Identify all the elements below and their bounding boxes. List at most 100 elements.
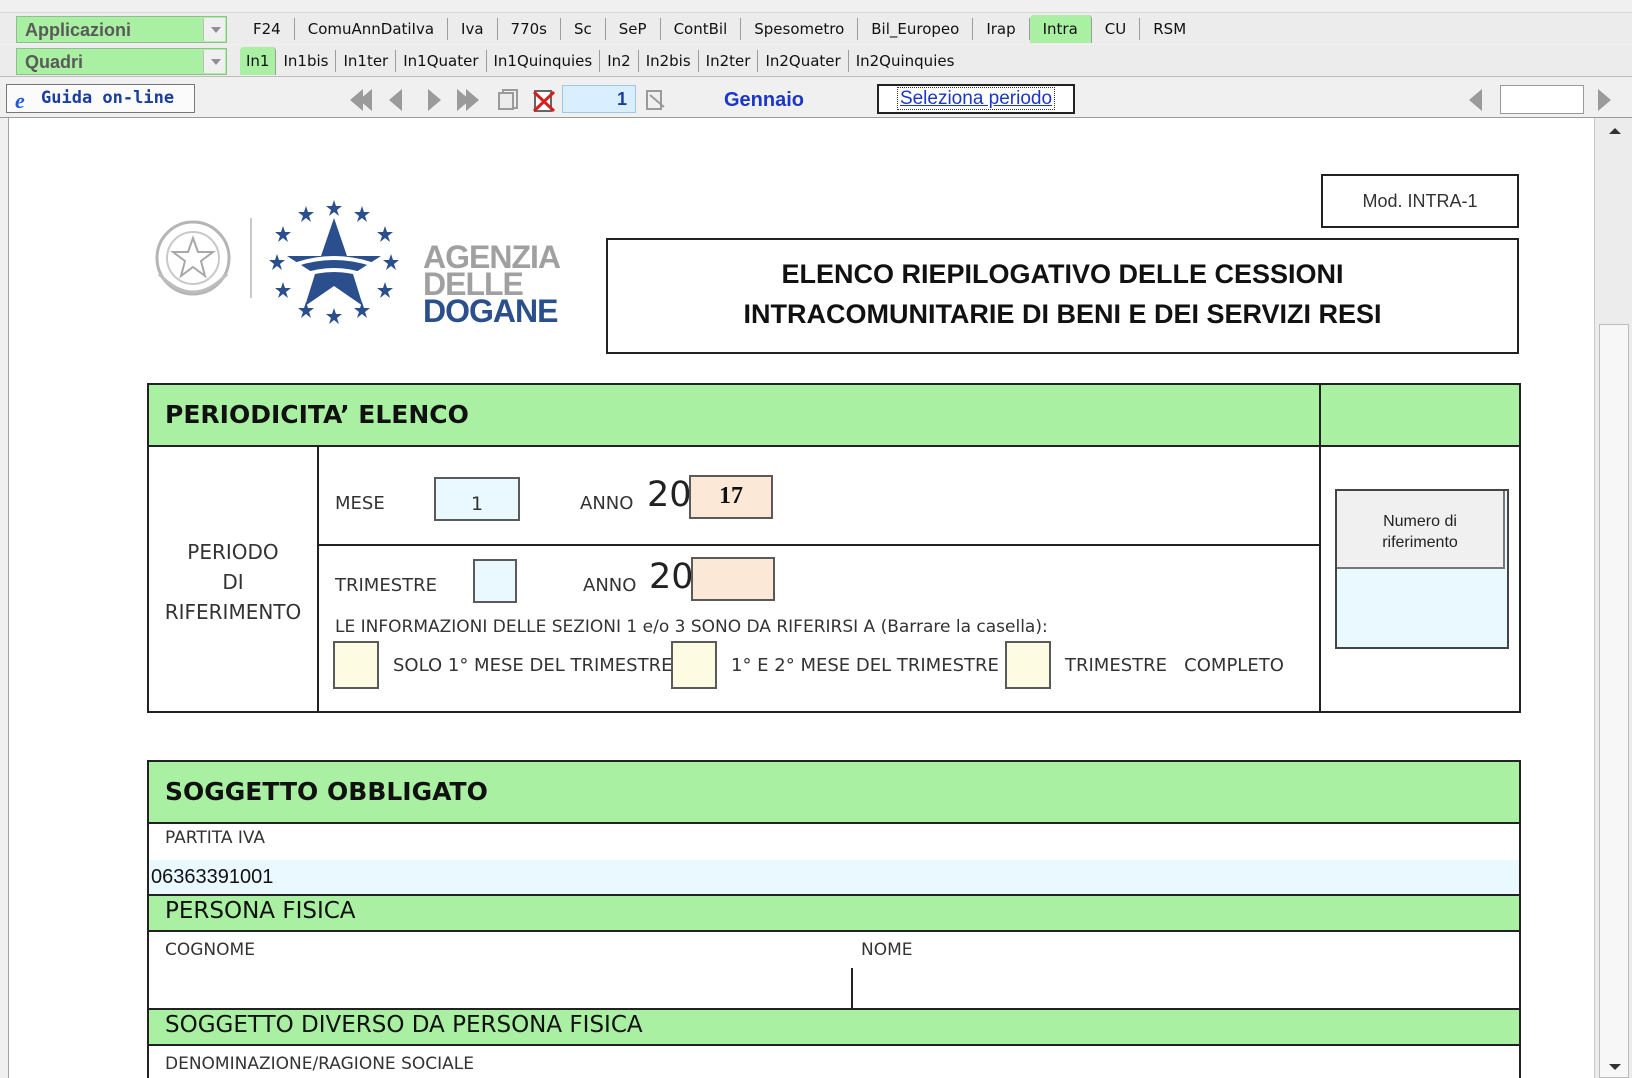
last-page-icon[interactable] — [457, 89, 479, 111]
anno2-label: ANNO — [583, 575, 637, 596]
scroll-down-icon[interactable] — [1609, 1064, 1621, 1070]
delete-page-icon[interactable] — [532, 89, 558, 113]
quadro-tab-in1quater[interactable]: In1Quater — [396, 50, 487, 72]
anno-field[interactable]: 17 — [689, 475, 773, 519]
denominazione-label: DENOMINAZIONE/RAGIONE SOCIALE — [165, 1054, 474, 1074]
guida-online-button[interactable]: e Guida on-line — [6, 84, 195, 113]
tab-spesometro[interactable]: Spesometro — [741, 18, 859, 40]
periodicita-section: PERIODICITA’ ELENCO PERIODO DI RIFERIMEN… — [147, 383, 1521, 713]
new-page-icon[interactable] — [497, 89, 521, 111]
quadri-bar: Quadri In1 In1bis In1ter In1Quater In1Quinqu… — [0, 45, 1632, 77]
quadri-dropdown[interactable]: Quadri — [16, 48, 227, 75]
select-period-label: Seleziona periodo — [896, 87, 1056, 110]
navigation-bar: e Guida on-line 1 Gennaio Seleziona peri… — [0, 80, 1632, 118]
quadro-tab-in1ter[interactable]: In1ter — [336, 50, 397, 72]
page-input[interactable] — [1500, 85, 1584, 114]
tab-rsm[interactable]: RSM — [1140, 18, 1199, 40]
divider — [317, 447, 319, 711]
anno2-prefix: 20 — [649, 557, 694, 597]
nome-field[interactable] — [855, 962, 1519, 1002]
tab-irap[interactable]: Irap — [973, 18, 1030, 40]
agenzia-dogane-logo: AGENZIA DELLE DOGANE — [149, 198, 569, 338]
persona-fisica-title: PERSONA FISICA — [165, 898, 356, 924]
periodo-riferimento-label: PERIODO DI RIFERIMENTO — [149, 537, 317, 627]
nome-label: NOME — [861, 940, 913, 960]
chevron-down-icon[interactable] — [203, 18, 225, 41]
applicazioni-dropdown[interactable]: Applicazioni — [16, 16, 227, 43]
first-page-icon[interactable] — [350, 89, 372, 111]
scroll-right-icon[interactable] — [1598, 89, 1611, 111]
partita-iva-field[interactable]: 06363391001 — [149, 860, 1519, 894]
cognome-field[interactable] — [149, 962, 851, 1002]
option1-label: SOLO 1° MESE DEL TRIMESTRE — [393, 655, 673, 676]
quadro-tab-in1bis[interactable]: In1bis — [276, 50, 337, 72]
tab-intra[interactable]: Intra — [1029, 15, 1092, 43]
tab-comuanndatiiva[interactable]: ComuAnnDatiIva — [295, 18, 449, 40]
tab-iva[interactable]: Iva — [448, 18, 498, 40]
page-number-field[interactable]: 1 — [562, 85, 636, 113]
tab-770s[interactable]: 770s — [498, 18, 561, 40]
mese-field[interactable]: 1 — [434, 477, 520, 521]
tab-cu[interactable]: CU — [1092, 18, 1141, 40]
option1-checkbox[interactable] — [333, 641, 379, 689]
form-canvas: Mod. INTRA-1 AGENZIA DELLE DOGANE ELENCO… — [8, 118, 1594, 1078]
divider — [851, 968, 853, 1008]
form-title-line2: INTRACOMUNITARIE DI BENI E DEI SERVIZI R… — [743, 299, 1382, 329]
guida-online-label: Guida on-line — [41, 88, 175, 108]
option2-label: 1° E 2° MESE DEL TRIMESTRE — [731, 655, 999, 676]
trimestre-field[interactable] — [473, 559, 517, 603]
quadro-tab-in2ter[interactable]: In2ter — [699, 50, 759, 72]
quadri-label: Quadri — [25, 52, 84, 72]
scrollbar-thumb[interactable] — [1599, 324, 1629, 1078]
diverso-title: SOGGETTO DIVERSO DA PERSONA FISICA — [165, 1012, 643, 1038]
star-logo-icon — [269, 200, 399, 324]
anno-prefix: 20 — [647, 475, 692, 515]
tab-sc[interactable]: Sc — [561, 18, 606, 40]
anno2-field[interactable] — [691, 557, 775, 601]
go-to-page-icon[interactable] — [644, 89, 668, 111]
form-title: ELENCO RIEPILOGATIVO DELLE CESSIONI INTR… — [606, 238, 1519, 354]
soggetto-title: SOGGETTO OBBLIGATO — [165, 777, 488, 806]
browser-e-icon: e — [15, 88, 25, 113]
previous-page-icon[interactable] — [389, 89, 402, 111]
quadro-tab-in1quinquies[interactable]: In1Quinquies — [487, 50, 601, 72]
quadro-tab-in2[interactable]: In2 — [600, 50, 639, 72]
cognome-label: COGNOME — [165, 940, 255, 960]
form-title-line1: ELENCO RIEPILOGATIVO DELLE CESSIONI — [781, 259, 1344, 289]
numero-riferimento-box: Numero di riferimento — [1335, 489, 1509, 649]
scroll-up-icon[interactable] — [1609, 128, 1621, 134]
logo-text-line3: DOGANE — [423, 293, 558, 329]
divider — [317, 544, 1319, 546]
chevron-down-icon[interactable] — [203, 50, 225, 73]
applicazioni-label: Applicazioni — [25, 20, 132, 40]
numero-riferimento-button[interactable]: Numero di riferimento — [1337, 491, 1505, 569]
periodicita-title: PERIODICITA’ ELENCO — [165, 400, 469, 429]
tab-f24[interactable]: F24 — [240, 18, 295, 40]
quadro-tab-in2bis[interactable]: In2bis — [639, 50, 699, 72]
trimestre-label: TRIMESTRE — [335, 575, 438, 596]
option3-checkbox[interactable] — [1005, 641, 1051, 689]
quadri-tabs: In1 In1bis In1ter In1Quater In1Quinquies In2 I… — [240, 45, 961, 77]
tab-sep[interactable]: SeP — [606, 18, 661, 40]
next-page-icon[interactable] — [428, 89, 441, 111]
mod-label: Mod. INTRA-1 — [1321, 174, 1519, 228]
emblem-icon — [155, 220, 231, 296]
tab-contbil[interactable]: ContBil — [661, 18, 742, 40]
option2-checkbox[interactable] — [671, 641, 717, 689]
option3-label: TRIMESTRE COMPLETO — [1065, 655, 1284, 676]
quadro-tab-in2quinquies[interactable]: In2Quinquies — [849, 50, 962, 72]
periodo-label-1: PERIODO — [187, 540, 279, 564]
scroll-left-icon[interactable] — [1469, 89, 1482, 111]
quadro-tab-in1[interactable]: In1 — [240, 47, 277, 75]
vertical-scrollbar[interactable] — [1594, 118, 1632, 1078]
partita-iva-label: PARTITA IVA — [165, 828, 266, 848]
applications-bar: Applicazioni F24 ComuAnnDatiIva Iva 770s Sc S… — [0, 12, 1632, 44]
anno-label: ANNO — [580, 493, 634, 514]
quadro-tab-in2quater[interactable]: In2Quater — [758, 50, 849, 72]
current-month: Gennaio — [724, 89, 805, 111]
select-period-button[interactable]: Seleziona periodo — [877, 84, 1075, 114]
periodo-label-2: DI — [222, 570, 244, 594]
divider — [1319, 385, 1321, 711]
mese-label: MESE — [335, 493, 385, 514]
tab-bil-europeo[interactable]: Bil_Europeo — [858, 18, 974, 40]
